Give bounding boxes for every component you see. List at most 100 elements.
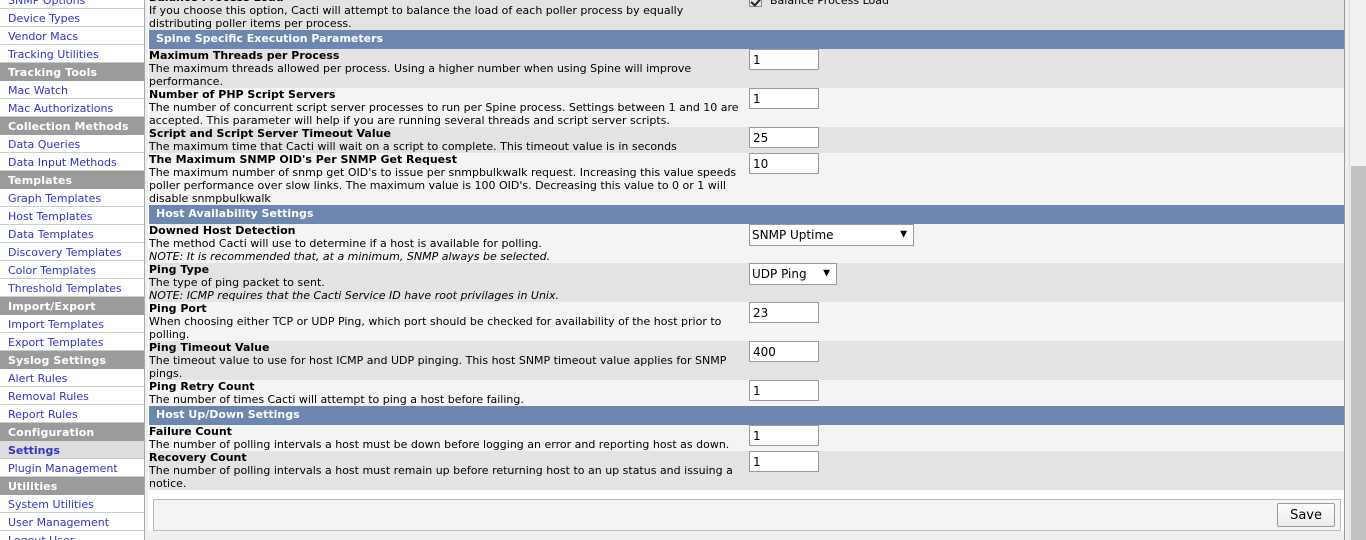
balance-process-load-checkbox[interactable] xyxy=(749,0,762,7)
sidebar-item-report-rules[interactable]: Report Rules xyxy=(0,405,144,423)
max-threads-input[interactable] xyxy=(749,49,819,70)
failure-count-title: Failure Count xyxy=(149,425,232,438)
failure-count-input[interactable] xyxy=(749,425,819,446)
ping-timeout-description-cell: Ping Timeout Value The timeout value to … xyxy=(149,341,749,380)
failure-count-description-cell: Failure Count The number of polling inte… xyxy=(149,425,749,451)
section-header-spine: Spine Specific Execution Parameters xyxy=(149,30,1345,49)
script-timeout-description: The maximum time that Cacti will wait on… xyxy=(149,140,677,153)
sidebar-section-header: Templates xyxy=(0,171,144,189)
sidebar-item-export-templates[interactable]: Export Templates xyxy=(0,333,144,351)
row-recovery-count: Recovery Count The number of polling int… xyxy=(149,451,1345,490)
max-snmp-oids-description: The maximum number of snmp get OID's to … xyxy=(149,166,737,205)
sidebar-section-header: Tracking Tools xyxy=(0,63,144,81)
ping-timeout-title: Ping Timeout Value xyxy=(149,341,270,354)
save-bar-container: Save xyxy=(149,490,1345,531)
row-downed-host-detection: Downed Host Detection The method Cacti w… xyxy=(149,224,1345,263)
ping-type-note: NOTE: ICMP requires that the Cacti Servi… xyxy=(149,289,559,302)
ping-type-description-cell: Ping Type The type of ping packet to sen… xyxy=(149,263,749,302)
row-max-snmp-oids: The Maximum SNMP OID's Per SNMP Get Requ… xyxy=(149,153,1345,205)
ping-retry-description: The number of times Cacti will attempt t… xyxy=(149,393,524,406)
downed-host-detection-title: Downed Host Detection xyxy=(149,224,296,237)
php-script-servers-description-cell: Number of PHP Script Servers The number … xyxy=(149,88,749,127)
ping-port-control-cell xyxy=(749,302,1345,341)
sidebar-item-tracking-utilities[interactable]: Tracking Utilities xyxy=(0,45,144,63)
script-timeout-description-cell: Script and Script Server Timeout Value T… xyxy=(149,127,749,153)
sidebar-item-plugin-management[interactable]: Plugin Management xyxy=(0,459,144,477)
php-script-servers-title: Number of PHP Script Servers xyxy=(149,88,336,101)
sidebar-item-threshold-templates[interactable]: Threshold Templates xyxy=(0,279,144,297)
ping-port-input[interactable] xyxy=(749,302,819,323)
php-script-servers-input[interactable] xyxy=(749,88,819,109)
sidebar-item-removal-rules[interactable]: Removal Rules xyxy=(0,387,144,405)
max-snmp-oids-description-cell: The Maximum SNMP OID's Per SNMP Get Requ… xyxy=(149,153,749,205)
recovery-count-description-cell: Recovery Count The number of polling int… xyxy=(149,451,749,490)
sidebar-section-header: Import/Export xyxy=(0,297,144,315)
sidebar-item-data-templates[interactable]: Data Templates xyxy=(0,225,144,243)
section-header-host-updown-label: Host Up/Down Settings xyxy=(149,406,1345,425)
balance-process-load-checkbox-label: Balance Process Load xyxy=(770,0,889,7)
downed-host-detection-description: The method Cacti will use to determine i… xyxy=(149,237,542,250)
main-content-area: Balance Process Load If you choose this … xyxy=(145,0,1366,540)
balance-process-load-description-cell: Balance Process Load If you choose this … xyxy=(149,0,749,30)
sidebar-section-header: Utilities xyxy=(0,477,144,495)
failure-count-control-cell xyxy=(749,425,1345,451)
downed-host-detection-note: NOTE: It is recommended that, at a minim… xyxy=(149,250,551,263)
sidebar-item-user-management[interactable]: User Management xyxy=(0,513,144,531)
php-script-servers-description: The number of concurrent script server p… xyxy=(149,101,739,127)
sidebar-item-data-input-methods[interactable]: Data Input Methods xyxy=(0,153,144,171)
downed-host-detection-control-cell: SNMP Uptime ▼ xyxy=(749,224,1345,263)
sidebar-item-data-queries[interactable]: Data Queries xyxy=(0,135,144,153)
sidebar-item-settings[interactable]: Settings xyxy=(0,441,144,459)
settings-content-pane: Balance Process Load If you choose this … xyxy=(148,0,1345,531)
sidebar-item-alert-rules[interactable]: Alert Rules xyxy=(0,369,144,387)
sidebar-item-system-utilities[interactable]: System Utilities xyxy=(0,495,144,513)
failure-count-description: The number of polling intervals a host m… xyxy=(149,438,730,451)
page-root: SNMP Options Device Types Vendor Macs Track… xyxy=(0,0,1366,540)
section-header-spine-label: Spine Specific Execution Parameters xyxy=(149,30,1345,49)
script-timeout-input[interactable] xyxy=(749,127,819,148)
save-button[interactable]: Save xyxy=(1277,503,1335,527)
max-threads-description-cell: Maximum Threads per Process The maximum … xyxy=(149,49,749,88)
ping-timeout-description: The timeout value to use for host ICMP a… xyxy=(149,354,727,380)
sidebar-section-header: Configuration xyxy=(0,423,144,441)
php-script-servers-control-cell xyxy=(749,88,1345,127)
max-threads-control-cell xyxy=(749,49,1345,88)
sidebar-navigation: SNMP Options Device Types Vendor Macs Track… xyxy=(0,0,145,540)
ping-port-description: When choosing either TCP or UDP Ping, wh… xyxy=(149,315,722,341)
sidebar-item-snmp-options[interactable]: SNMP Options xyxy=(0,0,144,9)
row-ping-retry: Ping Retry Count The number of times Cac… xyxy=(149,380,1345,406)
sidebar-item-graph-templates[interactable]: Graph Templates xyxy=(0,189,144,207)
ping-type-select[interactable]: UDP Ping xyxy=(749,263,837,285)
sidebar-item-vendor-macs[interactable]: Vendor Macs xyxy=(0,27,144,45)
recovery-count-input[interactable] xyxy=(749,451,819,472)
row-failure-count: Failure Count The number of polling inte… xyxy=(149,425,1345,451)
max-snmp-oids-control-cell xyxy=(749,153,1345,205)
section-header-host-availability: Host Availability Settings xyxy=(149,205,1345,224)
max-snmp-oids-input[interactable] xyxy=(749,153,819,174)
ping-timeout-input[interactable] xyxy=(749,341,819,362)
max-threads-title: Maximum Threads per Process xyxy=(149,49,340,62)
page-scrollbar[interactable] xyxy=(1349,0,1366,540)
recovery-count-description: The number of polling intervals a host m… xyxy=(149,464,733,490)
ping-retry-control-cell xyxy=(749,380,1345,406)
page-scrollbar-thumb[interactable] xyxy=(1351,166,1366,540)
sidebar-item-host-templates[interactable]: Host Templates xyxy=(0,207,144,225)
sidebar-item-color-templates[interactable]: Color Templates xyxy=(0,261,144,279)
save-bar: Save xyxy=(153,499,1341,531)
settings-table: Balance Process Load If you choose this … xyxy=(149,0,1345,490)
downed-host-detection-select[interactable]: SNMP Uptime xyxy=(749,224,914,246)
sidebar-item-import-templates[interactable]: Import Templates xyxy=(0,315,144,333)
sidebar-item-logout-user[interactable]: Logout User xyxy=(0,531,144,540)
ping-port-title: Ping Port xyxy=(149,302,207,315)
ping-retry-title: Ping Retry Count xyxy=(149,380,255,393)
ping-type-control-cell: UDP Ping ▼ xyxy=(749,263,1345,302)
sidebar-section-header: Collection Methods xyxy=(0,117,144,135)
section-header-host-updown: Host Up/Down Settings xyxy=(149,406,1345,425)
sidebar-item-device-types[interactable]: Device Types xyxy=(0,9,144,27)
sidebar-item-mac-watch[interactable]: Mac Watch xyxy=(0,81,144,99)
sidebar-item-discovery-templates[interactable]: Discovery Templates xyxy=(0,243,144,261)
sidebar-item-mac-authorizations[interactable]: Mac Authorizations xyxy=(0,99,144,117)
row-script-timeout: Script and Script Server Timeout Value T… xyxy=(149,127,1345,153)
ping-retry-input[interactable] xyxy=(749,380,819,401)
row-balance-process-load: Balance Process Load If you choose this … xyxy=(149,0,1345,30)
